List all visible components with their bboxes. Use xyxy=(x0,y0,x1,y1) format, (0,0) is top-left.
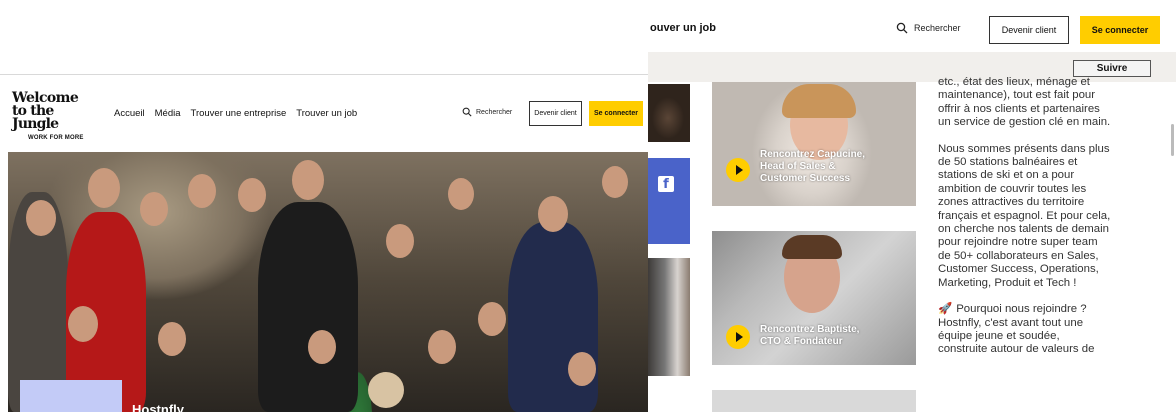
photo-face xyxy=(238,178,266,212)
photo-face xyxy=(448,178,474,210)
nav-accueil[interactable]: Accueil xyxy=(114,108,145,119)
search-icon xyxy=(896,22,908,34)
photo-person xyxy=(258,202,358,412)
company-name: Hostnfly xyxy=(132,402,184,412)
photo-face xyxy=(538,196,568,232)
photo-face xyxy=(140,192,168,226)
facebook-share-button[interactable]: f xyxy=(648,158,690,244)
photo-face xyxy=(386,224,414,258)
play-icon[interactable] xyxy=(726,325,750,349)
photo-face xyxy=(158,322,186,356)
nav-trouver-job[interactable]: ouver un job xyxy=(650,22,716,34)
video-title: Rencontrez Capucine, Head of Sales & Cus… xyxy=(760,149,866,184)
video-title: Rencontrez Baptiste, CTO & Fondateur xyxy=(760,324,860,347)
right-page-pane: ouver un job Rechercher Devenir client S… xyxy=(648,0,1176,412)
logo-tagline: WORK FOR MORE xyxy=(28,135,84,141)
photo-face xyxy=(568,352,596,386)
left-page-pane: Welcome to the Jungle WORK FOR MORE Accu… xyxy=(0,0,648,412)
search-label: Rechercher xyxy=(476,108,513,116)
rocket-icon: 🚀 xyxy=(938,303,953,316)
follow-button[interactable]: Suivre xyxy=(1073,60,1151,77)
video-card-baptiste[interactable]: Rencontrez Baptiste, CTO & Fondateur xyxy=(712,231,916,365)
photo-face xyxy=(88,168,120,208)
photo-face xyxy=(292,160,324,200)
main-nav: Accueil Média Trouver une entreprise Tro… xyxy=(114,108,357,119)
video-card-capucine[interactable]: Rencontrez Capucine, Head of Sales & Cus… xyxy=(712,82,916,206)
nav-trouver-job[interactable]: Trouver un job xyxy=(296,108,357,119)
site-header: Welcome to the Jungle WORK FOR MORE Accu… xyxy=(0,76,648,152)
play-icon[interactable] xyxy=(726,158,750,182)
video-portrait-hair xyxy=(782,235,842,259)
divider xyxy=(0,74,648,75)
video-card[interactable] xyxy=(712,390,916,412)
search-button[interactable]: Rechercher xyxy=(462,107,512,117)
company-description: etc., état des lieux, ménage et maintena… xyxy=(938,76,1170,370)
side-image xyxy=(648,84,690,142)
photo-face xyxy=(188,174,216,208)
company-logo-card[interactable] xyxy=(20,380,122,412)
facebook-icon: f xyxy=(658,176,674,192)
photo-face xyxy=(368,372,404,408)
brand-logo[interactable]: Welcome to the Jungle WORK FOR MORE xyxy=(12,91,102,141)
nav-trouver-entreprise[interactable]: Trouver une entreprise xyxy=(191,108,287,119)
photo-face xyxy=(308,330,336,364)
article-paragraph: Nous sommes présents dans plus de 50 sta… xyxy=(938,142,1111,289)
devenir-client-button[interactable]: Devenir client xyxy=(989,16,1069,44)
se-connecter-button[interactable]: Se connecter xyxy=(589,101,643,126)
split-screenshot: Welcome to the Jungle WORK FOR MORE Accu… xyxy=(0,0,1176,412)
search-icon xyxy=(462,107,472,117)
site-header: ouver un job Rechercher Devenir client S… xyxy=(648,8,1176,52)
search-button[interactable]: Rechercher xyxy=(896,22,961,34)
logo-line-2: to the Jungle xyxy=(12,103,59,132)
photo-face xyxy=(68,306,98,342)
se-connecter-button[interactable]: Se connecter xyxy=(1080,16,1160,44)
side-image xyxy=(648,258,690,376)
article-paragraph-text: Pourquoi nous rejoindre ? Hostnfly, c'es… xyxy=(938,303,1095,356)
article-paragraph: etc., état des lieux, ménage et maintena… xyxy=(938,76,1111,129)
search-label: Rechercher xyxy=(914,23,961,33)
photo-face xyxy=(602,166,628,198)
nav-media[interactable]: Média xyxy=(155,108,181,119)
photo-face xyxy=(428,330,456,364)
photo-face xyxy=(26,200,56,236)
devenir-client-button[interactable]: Devenir client xyxy=(529,101,582,126)
photo-face xyxy=(478,302,506,336)
hero-team-photo: Hostnfly xyxy=(8,152,648,412)
scrollbar-thumb[interactable] xyxy=(1171,124,1174,156)
article-paragraph: 🚀 Pourquoi nous rejoindre ? Hostnfly, c'e… xyxy=(938,303,1170,357)
video-portrait-hair xyxy=(782,84,856,118)
